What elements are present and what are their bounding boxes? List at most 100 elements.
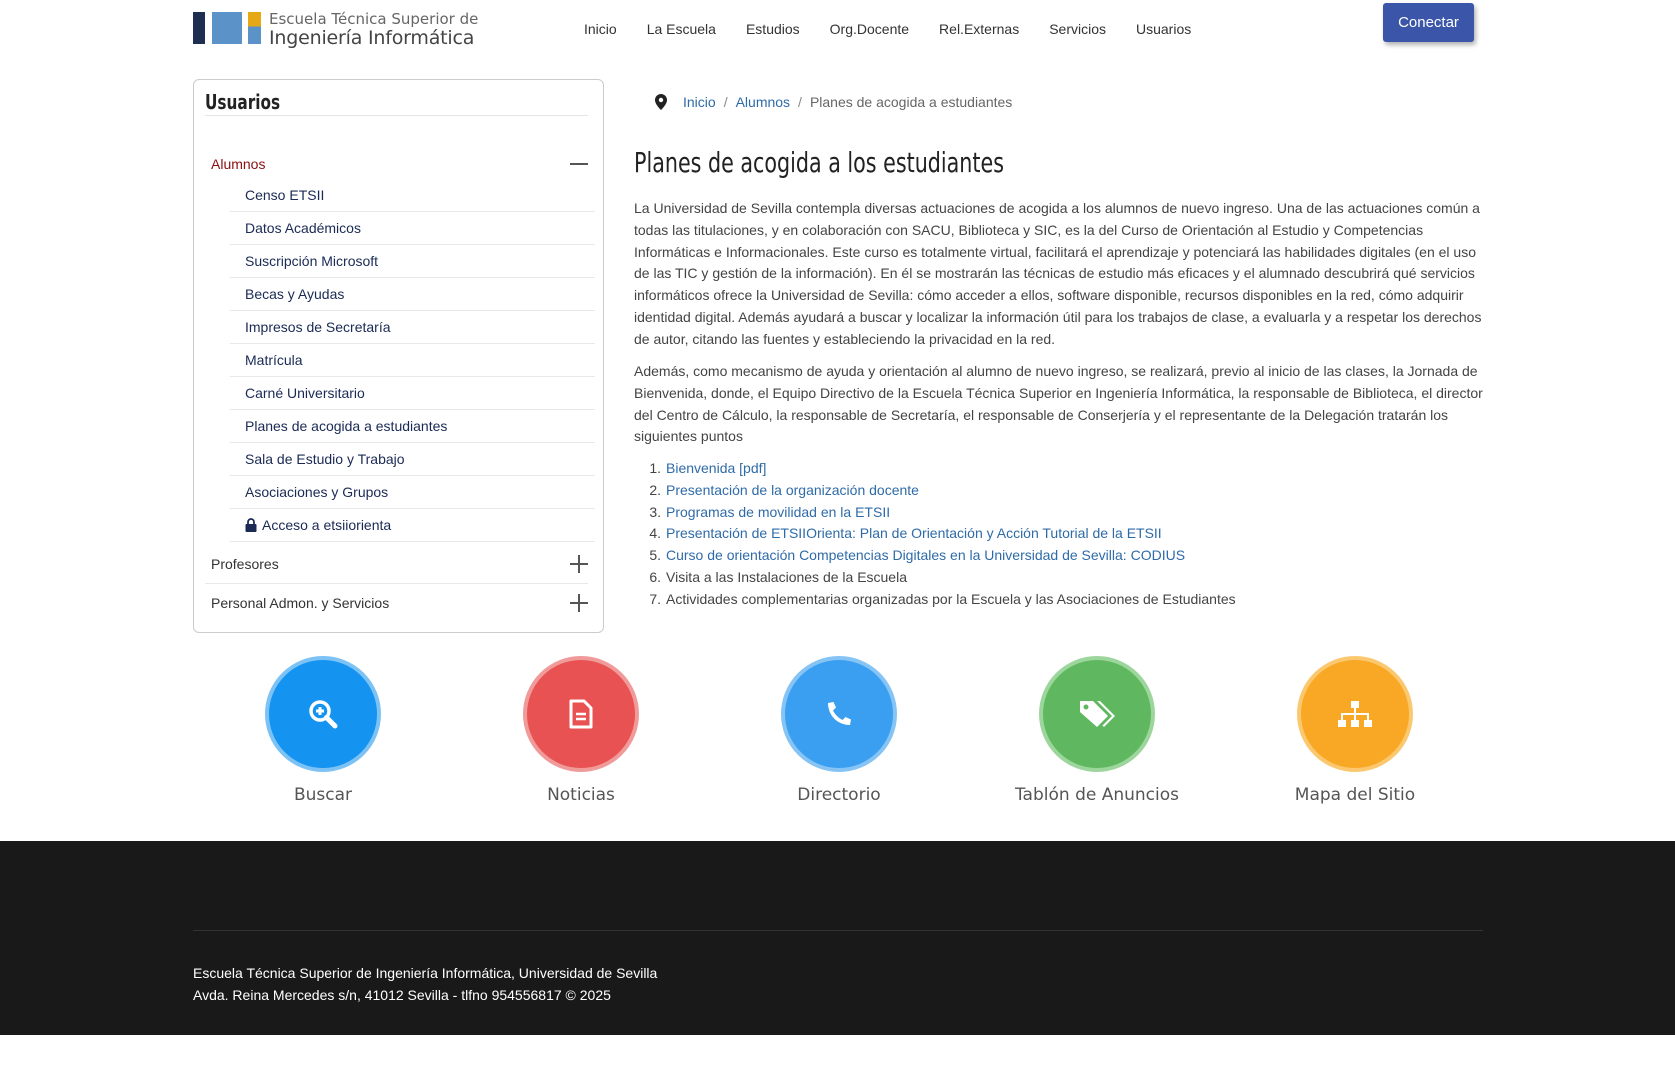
movilidad-link[interactable]: Programas de movilidad en la ETSII	[666, 504, 890, 520]
list-number: 7.	[649, 590, 661, 607]
lock-icon	[245, 518, 257, 532]
sidebar-item-label: Planes de acogida a estudiantes	[245, 418, 448, 434]
connect-button[interactable]: Conectar	[1383, 3, 1474, 42]
list-item: 5. Curso de orientación Competencias Digi…	[634, 545, 1236, 567]
list-number: 5.	[649, 547, 661, 564]
breadcrumb-alumnos[interactable]: Alumnos	[736, 94, 790, 110]
list-item: 4. Presentación de ETSIIOrienta: Plan de …	[634, 523, 1236, 545]
sidebar-section-profesores[interactable]: Profesores	[211, 556, 279, 572]
quick-link-tablon[interactable]: Tablón de Anuncios	[997, 656, 1197, 805]
list-number: 2.	[649, 481, 661, 498]
quick-link-mapa[interactable]: Mapa del Sitio	[1255, 656, 1455, 805]
sidebar-item-datos-academicos[interactable]: Datos Académicos	[230, 212, 595, 245]
organizacion-docente-link[interactable]: Presentación de la organización docente	[666, 482, 919, 498]
phone-icon[interactable]	[781, 656, 897, 772]
nav-rel-externas[interactable]: Rel.Externas	[939, 21, 1019, 37]
quick-link-label: Buscar	[293, 785, 353, 805]
sidebar-item-censo[interactable]: Censo ETSII	[230, 179, 595, 212]
welcome-paragraph: Además, como mecanismo de ayuda y orient…	[634, 363, 1483, 445]
map-marker-icon	[655, 94, 667, 110]
sidebar-item-label: Carné Universitario	[245, 385, 365, 401]
sidebar-item-carne[interactable]: Carné Universitario	[230, 377, 595, 410]
collapse-icon[interactable]	[570, 155, 588, 173]
sidebar-item-asociaciones[interactable]: Asociaciones y Grupos	[230, 476, 595, 509]
logo-block-dark	[193, 12, 205, 44]
quick-link-label: Noticias	[547, 785, 615, 805]
list-number: 1.	[649, 460, 661, 476]
sidebar-item-label: Acceso a etsiiorienta	[262, 517, 392, 533]
school-logo[interactable]: Escuela Técnica Superior de Ingeniería I…	[193, 10, 483, 50]
sidebar-item-becas[interactable]: Becas y Ayudas	[230, 278, 595, 311]
site-header: Escuela Técnica Superior de Ingeniería I…	[0, 0, 1675, 62]
sidebar-item-label: Sala de Estudio y Trabajo	[245, 451, 405, 467]
divider	[205, 583, 588, 584]
search-plus-icon[interactable]	[265, 656, 381, 772]
breadcrumb: Inicio / Alumnos / Planes de acogida a e…	[655, 94, 1012, 110]
sidebar-item-label: Becas y Ayudas	[245, 286, 345, 302]
sidebar-section-alumnos[interactable]: Alumnos	[211, 156, 265, 172]
quick-link-buscar[interactable]: Buscar	[223, 656, 423, 805]
list-item: 2. Presentación de la organización docent…	[634, 480, 1236, 502]
nav-inicio[interactable]: Inicio	[584, 21, 617, 37]
quick-link-label: Mapa del Sitio	[1294, 785, 1416, 805]
intro-paragraph: La Universidad de Sevilla contempla dive…	[634, 200, 1482, 347]
logo-block-gold	[248, 12, 261, 44]
agenda-list: 1. Bienvenida [pdf] 2. Presentación de la …	[634, 458, 1236, 611]
breadcrumb-inicio[interactable]: Inicio	[683, 94, 716, 110]
tags-icon[interactable]	[1039, 656, 1155, 772]
breadcrumb-current: Planes de acogida a estudiantes	[809, 94, 1013, 110]
breadcrumb-separator: /	[798, 94, 802, 110]
list-item: 1. Bienvenida [pdf]	[634, 458, 1236, 480]
nav-usuarios[interactable]: Usuarios	[1136, 21, 1191, 37]
footer-address: Escuela Técnica Superior de Ingeniería I…	[193, 962, 657, 1006]
sidebar-item-impresos[interactable]: Impresos de Secretaría	[230, 311, 595, 344]
sidebar: Usuarios Alumnos Censo ETSII Datos Acadé…	[193, 79, 604, 633]
sidebar-item-etsiiorienta[interactable]: Acceso a etsiiorienta	[230, 509, 595, 542]
sidebar-item-label: Datos Académicos	[245, 220, 361, 236]
divider	[205, 115, 588, 116]
list-item: 3. Programas de movilidad en la ETSII	[634, 502, 1236, 524]
divider	[193, 930, 1483, 931]
footer-line2: Avda. Reina Mercedes s/n, 41012 Sevilla …	[193, 987, 611, 1003]
page-title: Planes de acogida a los estudiantes	[634, 146, 1004, 179]
nav-servicios[interactable]: Servicios	[1049, 21, 1106, 37]
sidebar-item-sala-estudio[interactable]: Sala de Estudio y Trabajo	[230, 443, 595, 476]
sidebar-item-planes-acogida[interactable]: Planes de acogida a estudiantes	[230, 410, 595, 443]
list-item: 7. Actividades complementarias organizada…	[634, 589, 1236, 611]
codius-link[interactable]: Curso de orientación Competencias Digita…	[666, 547, 1185, 563]
sidebar-item-suscripcion-microsoft[interactable]: Suscripción Microsoft	[230, 245, 595, 278]
document-icon[interactable]	[523, 656, 639, 772]
quick-link-label: Directorio	[797, 785, 881, 805]
nav-estudios[interactable]: Estudios	[746, 21, 800, 37]
nav-org-docente[interactable]: Org.Docente	[830, 21, 909, 37]
sidebar-item-label: Impresos de Secretaría	[245, 319, 391, 335]
logo-line2: Ingeniería Informática	[269, 27, 475, 49]
breadcrumb-separator: /	[723, 94, 728, 110]
sidebar-title: Usuarios	[205, 90, 281, 114]
sidebar-item-label: Censo ETSII	[245, 187, 325, 203]
expand-icon[interactable]	[570, 594, 588, 612]
sitemap-icon[interactable]	[1297, 656, 1413, 772]
list-number: 6.	[649, 568, 661, 585]
list-item-text: Actividades complementarias organizadas …	[666, 590, 1236, 607]
sidebar-item-matricula[interactable]: Matrícula	[230, 344, 595, 377]
sidebar-item-label: Asociaciones y Grupos	[245, 484, 389, 500]
site-footer: Escuela Técnica Superior de Ingeniería I…	[0, 841, 1675, 1035]
list-number: 4.	[649, 525, 661, 542]
bienvenida-link[interactable]: Bienvenida [pdf]	[666, 460, 766, 476]
logo-line1: Escuela Técnica Superior de	[269, 10, 479, 28]
sidebar-item-label: Matrícula	[245, 352, 303, 368]
quick-link-noticias[interactable]: Noticias	[481, 656, 681, 805]
sidebar-section-personal[interactable]: Personal Admon. y Servicios	[211, 595, 389, 611]
footer-line1: Escuela Técnica Superior de Ingeniería I…	[193, 965, 658, 981]
list-item: 6. Visita a las Instalaciones de la Escue…	[634, 567, 1236, 589]
etsiiorienta-link[interactable]: Presentación de ETSIIOrienta: Plan de Or…	[666, 525, 1162, 541]
main-nav: Inicio La Escuela Estudios Org.Docente R…	[584, 21, 1221, 37]
list-number: 3.	[649, 503, 661, 520]
sidebar-item-label: Suscripción Microsoft	[245, 253, 379, 269]
expand-icon[interactable]	[570, 555, 588, 573]
list-item-text: Visita a las Instalaciones de la Escuela	[666, 568, 907, 585]
quick-link-directorio[interactable]: Directorio	[739, 656, 939, 805]
logo-block-blue	[212, 12, 242, 44]
nav-la-escuela[interactable]: La Escuela	[647, 21, 716, 37]
